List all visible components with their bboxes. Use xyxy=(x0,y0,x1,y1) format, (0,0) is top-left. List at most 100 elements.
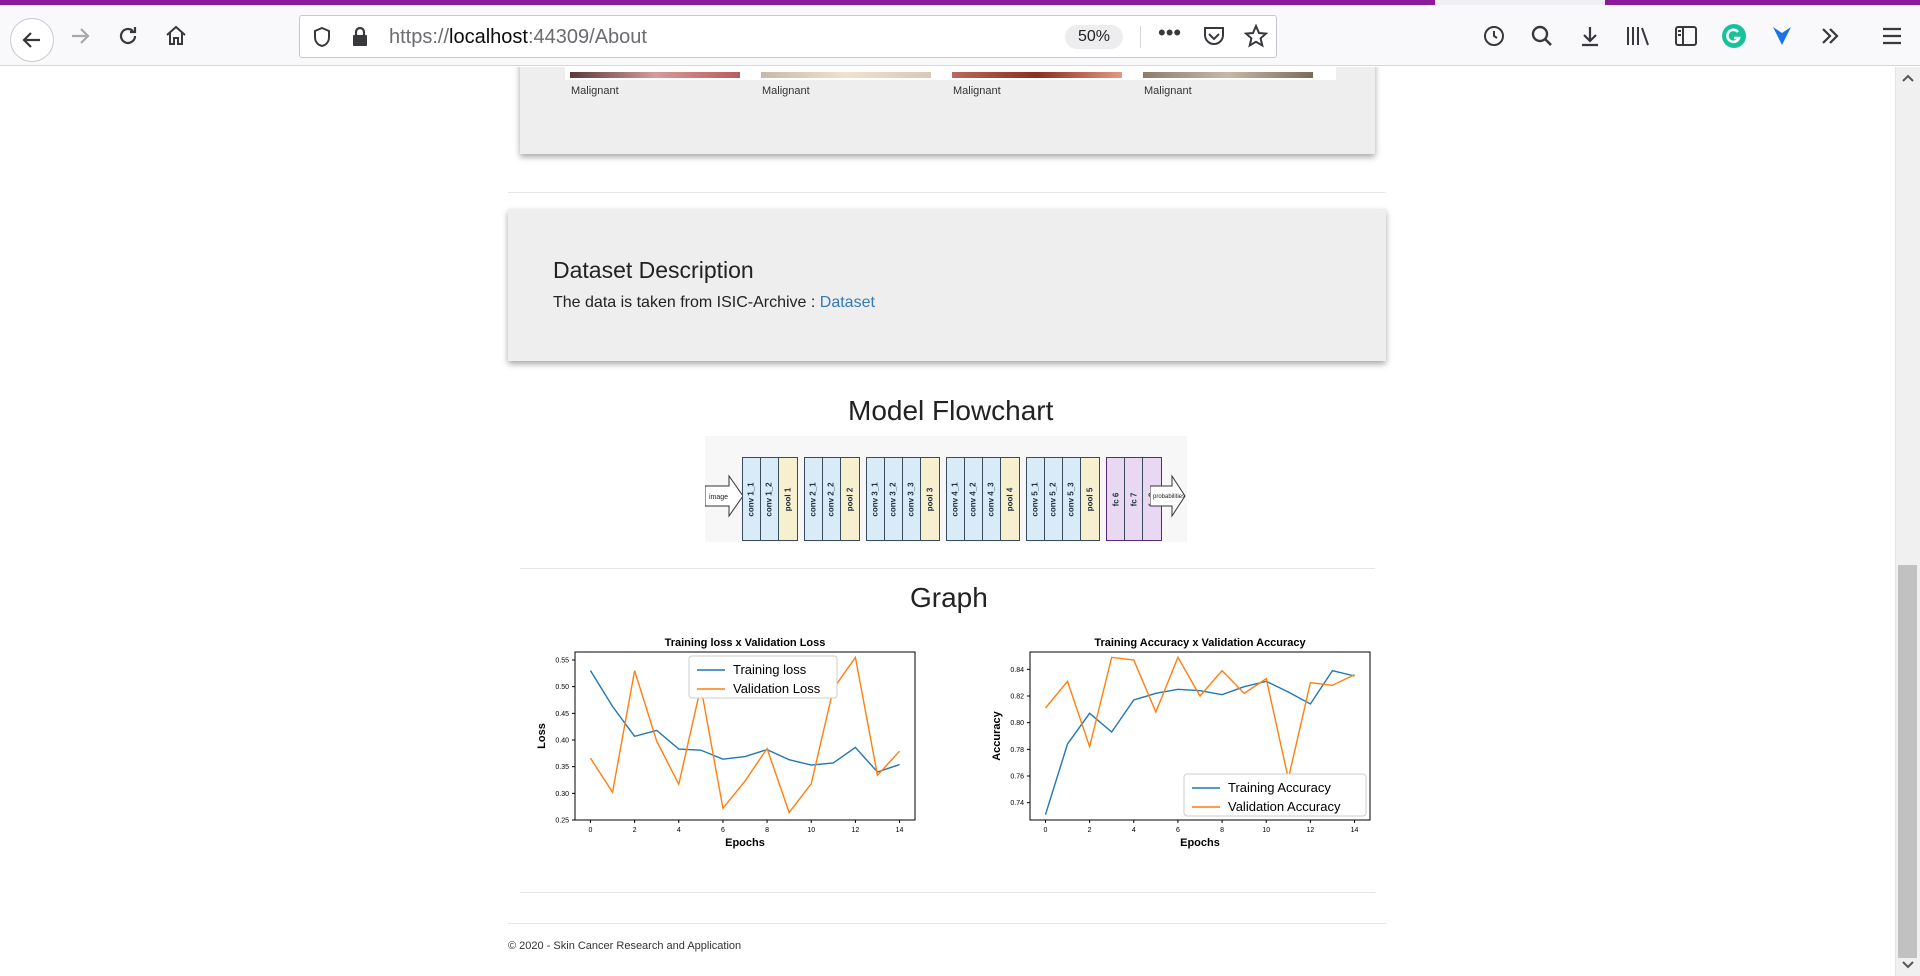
x-tick-label: 10 xyxy=(807,827,815,834)
conv-layer: conv 3_2 xyxy=(885,458,903,540)
loss-chart-svg: Training loss x Validation Loss 0 2 4 6 8 10 12… xyxy=(536,637,916,849)
layer-label: conv 1_2 xyxy=(765,481,774,517)
graph-title: Graph xyxy=(910,582,988,613)
menu-icon[interactable] xyxy=(1876,20,1908,52)
x-tick-label: 0 xyxy=(1044,827,1048,834)
forward-icon[interactable] xyxy=(64,20,96,52)
accuracy-chart-svg: Training Accuracy x Validation Accuracy 0… xyxy=(991,637,1371,849)
layer-label: pool 5 xyxy=(1085,487,1095,511)
zoom-level-button[interactable]: 50% xyxy=(1065,25,1123,49)
conv-layer: conv 4_2 xyxy=(965,458,983,540)
conv-block: conv 2_1 conv 2_2 pool 2 xyxy=(804,457,860,541)
legend-label: Training Accuracy xyxy=(1228,780,1331,795)
flowchart-title: Model Flowchart xyxy=(848,395,1054,426)
download-icon[interactable] xyxy=(1574,20,1606,52)
x-tick-label: 2 xyxy=(1088,827,1092,834)
back-icon[interactable] xyxy=(10,18,54,62)
x-tick-label: 10 xyxy=(1262,827,1270,834)
scroll-up-icon[interactable] xyxy=(1901,73,1915,83)
x-tick-label: 12 xyxy=(851,827,859,834)
x-tick-label: 8 xyxy=(765,827,769,834)
layer-label: fc 7 xyxy=(1128,492,1138,506)
conv-layer: conv 3_1 xyxy=(867,458,885,540)
dataset-link[interactable]: Dataset xyxy=(820,294,875,311)
layer-label: conv 4_3 xyxy=(987,481,996,517)
url-bar[interactable]: https://localhost:44309/About 50% ••• xyxy=(299,15,1277,58)
divider xyxy=(520,568,1375,569)
extension-icon[interactable] xyxy=(1766,20,1798,52)
overflow-chevron-icon[interactable] xyxy=(1814,20,1846,52)
bookmark-star-icon[interactable] xyxy=(1243,23,1269,53)
dataset-title: Dataset Description xyxy=(553,257,754,283)
gallery-caption: Malignant xyxy=(571,85,619,97)
conv-layer: conv 5_2 xyxy=(1045,458,1063,540)
search-icon[interactable] xyxy=(1526,20,1558,52)
browser-toolbar: https://localhost:44309/About 50% ••• xyxy=(0,5,1920,66)
fc-layer: fc 7 xyxy=(1125,458,1143,540)
history-icon[interactable] xyxy=(1478,20,1510,52)
y-axis-label: Accuracy xyxy=(991,710,1003,760)
layer-label: conv 3_1 xyxy=(871,481,880,517)
y-tick-label: 0.25 xyxy=(555,818,569,825)
divider xyxy=(508,192,1386,193)
input-label: image xyxy=(709,494,729,501)
pool-layer: pool 2 xyxy=(841,458,859,540)
lesion-image-4 xyxy=(1143,72,1313,78)
reload-icon[interactable] xyxy=(112,20,144,52)
legend-label: Training loss xyxy=(733,662,807,677)
pool-layer: pool 4 xyxy=(1001,458,1019,540)
layer-label: pool 2 xyxy=(845,487,855,511)
scroll-down-icon[interactable] xyxy=(1901,960,1915,970)
y-tick-label: 0.40 xyxy=(555,738,569,745)
x-tick-label: 6 xyxy=(1176,827,1180,834)
pocket-icon[interactable] xyxy=(1202,25,1226,52)
layer-label: conv 3_3 xyxy=(907,481,916,517)
layer-label: conv 2_2 xyxy=(827,481,836,517)
y-tick-label: 0.74 xyxy=(1010,800,1024,807)
chart-title: Training Accuracy x Validation Accuracy xyxy=(1094,637,1306,649)
pool-layer: pool 5 xyxy=(1081,458,1099,540)
grammarly-icon[interactable] xyxy=(1718,20,1750,52)
x-tick-label: 14 xyxy=(1351,827,1359,834)
conv-layer: conv 5_3 xyxy=(1063,458,1081,540)
legend-label: Validation Loss xyxy=(733,681,821,696)
url-path: :44309/About xyxy=(527,26,647,48)
layer-label: conv 5_1 xyxy=(1031,481,1040,517)
legend-label: Validation Accuracy xyxy=(1228,799,1341,814)
gallery-caption: Malignant xyxy=(762,85,810,97)
layer-label: pool 4 xyxy=(1005,487,1015,511)
more-actions-icon[interactable]: ••• xyxy=(1158,20,1181,46)
x-tick-label: 12 xyxy=(1306,827,1314,834)
conv-block: conv 1_1 conv 1_2 pool 1 xyxy=(742,457,798,541)
x-tick-label: 14 xyxy=(896,827,904,834)
shield-icon[interactable] xyxy=(312,26,332,53)
x-tick-label: 2 xyxy=(633,827,637,834)
gallery-caption: Malignant xyxy=(1144,85,1192,97)
conv-layer: conv 1_1 xyxy=(743,458,761,540)
gallery-caption: Malignant xyxy=(953,85,1001,97)
y-tick-label: 0.35 xyxy=(555,764,569,771)
y-axis-label: Loss xyxy=(536,723,548,749)
loss-chart: Training loss x Validation Loss 0 2 4 6 8 10 12… xyxy=(520,622,950,852)
home-icon[interactable] xyxy=(160,20,192,52)
y-tick-label: 0.30 xyxy=(555,791,569,798)
y-tick-label: 0.45 xyxy=(555,711,569,718)
dataset-description: The data is taken from ISIC-Archive : xyxy=(553,294,820,311)
conv-block: conv 3_1 conv 3_2 conv 3_3 pool 3 xyxy=(866,457,940,541)
layer-label: pool 1 xyxy=(783,487,793,511)
gallery-panel: Malignant Malignant Malignant Malignant xyxy=(520,67,1375,154)
library-icon[interactable] xyxy=(1622,20,1654,52)
page-content: Malignant Malignant Malignant Malignant … xyxy=(0,67,1895,976)
output-label: probabilities xyxy=(1153,494,1186,500)
scrollbar-thumb[interactable] xyxy=(1898,565,1917,958)
y-tick-label: 0.84 xyxy=(1010,667,1024,674)
lock-icon[interactable] xyxy=(351,25,369,52)
x-axis-label: Epochs xyxy=(725,837,765,849)
sidebar-icon[interactable] xyxy=(1670,20,1702,52)
url-text[interactable]: https://localhost:44309/About xyxy=(389,26,647,49)
y-tick-label: 0.80 xyxy=(1010,720,1024,727)
y-tick-label: 0.76 xyxy=(1010,774,1024,781)
dataset-panel: Dataset Description The data is taken fr… xyxy=(508,209,1386,361)
layer-label: conv 2_1 xyxy=(809,481,818,517)
x-tick-label: 6 xyxy=(721,827,725,834)
